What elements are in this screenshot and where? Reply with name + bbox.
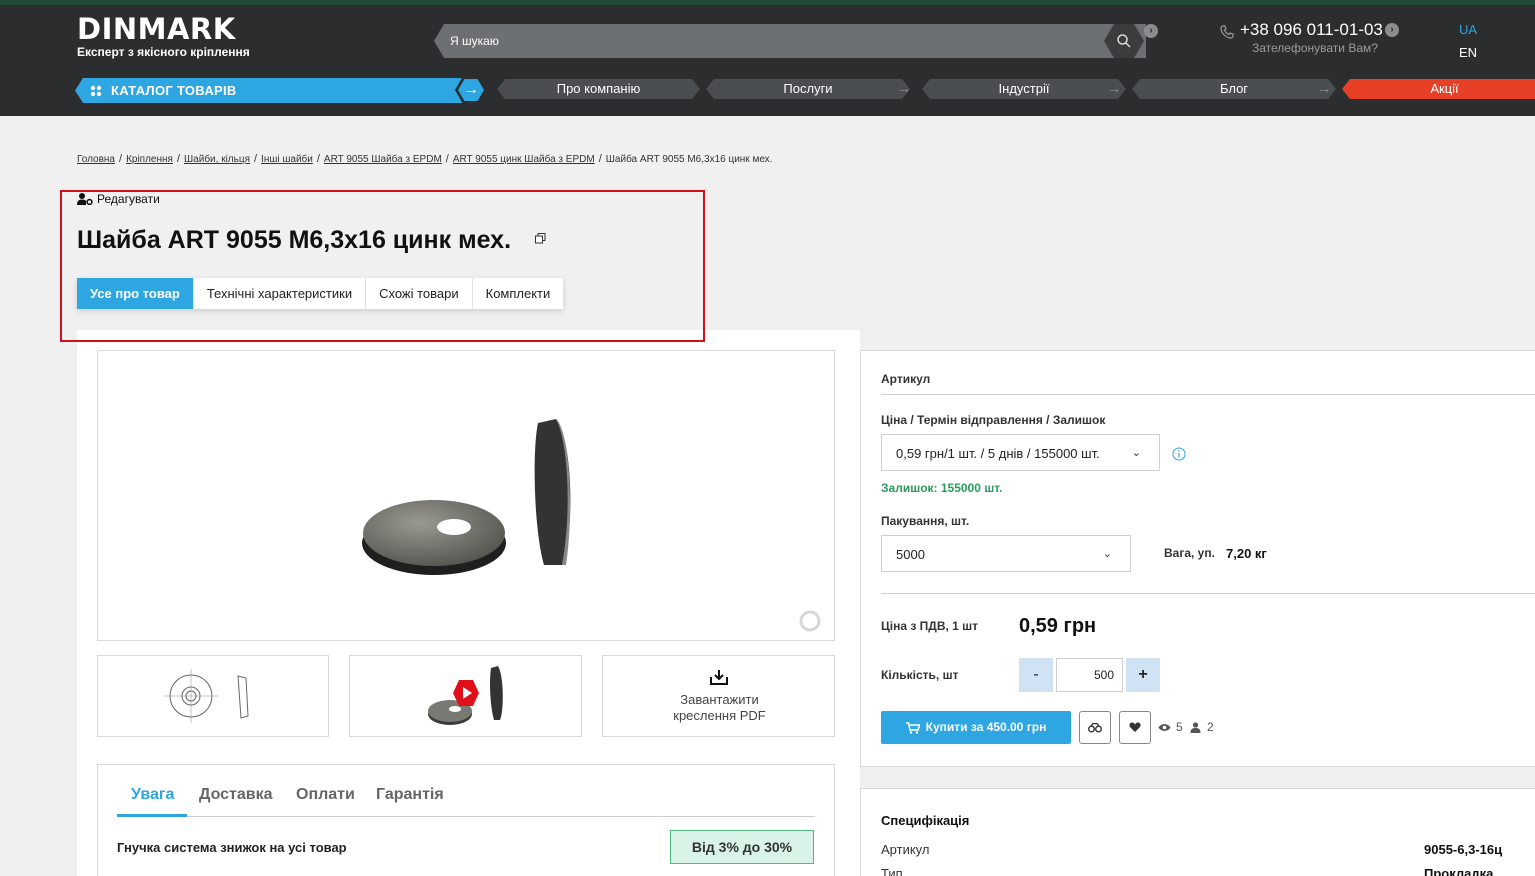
download-label-line2: креслення PDF: [673, 708, 766, 723]
breadcrumb: Головна / Кріплення / Шайби, кільця / Інші шай…: [77, 153, 773, 165]
price-value: 0,59 грн: [1019, 615, 1097, 637]
phone-arrow-icon: ›: [1385, 23, 1399, 37]
nav-services-arrow-icon: →: [896, 80, 912, 97]
eye-icon: [1158, 724, 1171, 731]
breadcrumb-link[interactable]: ART 9055 Шайба з EPDM: [324, 154, 442, 165]
views-count: 5: [1176, 720, 1183, 734]
price-label: Ціна з ПДВ, 1 шт: [881, 619, 979, 633]
phone-number[interactable]: +38 096 011-01-03: [1240, 20, 1383, 40]
discount-badge: Від 3% до 30%: [670, 830, 814, 864]
logo-tagline: Експерт з якісного кріплення: [77, 45, 250, 59]
spec-row-value: Прокладка: [1424, 866, 1494, 876]
callback-link[interactable]: Зателефонувати Вам?: [1252, 41, 1378, 55]
product-image[interactable]: [97, 350, 835, 641]
cart-icon: [905, 722, 921, 734]
packing-select[interactable]: 5000 ⌄: [881, 535, 1131, 572]
search-arrow-icon: ›: [1144, 24, 1158, 38]
breadcrumb-link[interactable]: Інші шайби: [261, 154, 313, 165]
breadcrumb-current: Шайба ART 9055 М6,3х16 цинк мех.: [605, 154, 773, 165]
divider: [881, 593, 1535, 594]
packing-value: 5000: [896, 547, 925, 562]
grid-icon: [90, 85, 102, 97]
price-term-select[interactable]: 0,59 грн/1 шт. / 5 днів / 155000 шт. ⌄: [881, 434, 1160, 471]
tabs-divider: [117, 816, 815, 817]
price-term-value: 0,59 грн/1 шт. / 5 днів / 155000 шт.: [896, 446, 1100, 461]
search-icon: [1117, 34, 1131, 48]
breadcrumb-link[interactable]: Кріплення: [126, 154, 173, 165]
active-tab-indicator: [117, 814, 187, 817]
logo-text: DINMARK: [77, 12, 236, 46]
logo[interactable]: DINMARK Експерт з якісного кріплення: [77, 14, 250, 59]
buy-label: Купити за 450.00 грн: [925, 720, 1047, 734]
info-icon[interactable]: [1172, 447, 1186, 461]
catalog-label: КАТАЛОГ ТОВАРІВ: [111, 83, 237, 98]
tab-payments[interactable]: Оплати: [296, 786, 355, 804]
arrow-right-icon: →: [458, 79, 484, 101]
specification-panel: [860, 788, 1535, 876]
tab-warranty[interactable]: Гарантія: [376, 786, 444, 804]
highlight-box: [60, 190, 705, 342]
nav-about[interactable]: Про компанію: [497, 79, 700, 99]
search-bar: [434, 24, 1146, 58]
breadcrumb-link[interactable]: Головна: [77, 154, 115, 165]
packing-label: Пакування, шт.: [881, 514, 970, 528]
spec-row-value: 9055-6,3-16ц: [1424, 842, 1503, 857]
catalog-button[interactable]: КАТАЛОГ ТОВАРІВ: [75, 78, 463, 103]
nav-blog[interactable]: Блог: [1132, 79, 1336, 99]
thumbnail-drawing[interactable]: [97, 655, 329, 737]
qty-input[interactable]: 500: [1056, 658, 1123, 692]
tab-attention[interactable]: Увага: [131, 786, 174, 804]
weight-value: 7,20 кг: [1226, 546, 1267, 561]
lang-en[interactable]: EN: [1459, 45, 1477, 60]
nav-blog-arrow-icon: →: [1316, 80, 1332, 97]
download-pdf-button[interactable]: Завантажити креслення PDF: [602, 655, 835, 737]
divider: [881, 394, 1535, 395]
lang-ua[interactable]: UA: [1459, 22, 1477, 37]
weight-label: Вага, уп.: [1164, 546, 1215, 560]
nav-services[interactable]: Послуги: [706, 79, 910, 99]
tab-delivery[interactable]: Доставка: [199, 786, 273, 804]
download-icon: [710, 670, 728, 685]
drawing-thumbnail-image: [164, 669, 249, 723]
article-label: Артикул: [881, 372, 931, 386]
nav-industries[interactable]: Індустрії: [922, 79, 1126, 99]
play-icon[interactable]: [452, 679, 480, 707]
washer-image: [362, 419, 821, 632]
spec-title: Специфікація: [881, 813, 970, 828]
users-count: 2: [1207, 720, 1214, 734]
phone-icon: [1220, 25, 1234, 39]
chevron-down-icon: ⌄: [1131, 447, 1141, 459]
qty-decrease-button[interactable]: -: [1019, 658, 1053, 692]
breadcrumb-link[interactable]: Шайби, кільця: [184, 154, 250, 165]
search-input[interactable]: [450, 24, 1090, 58]
compare-button[interactable]: [1079, 711, 1111, 744]
nav-promo[interactable]: Акції: [1342, 79, 1535, 99]
spec-row-label: Тип: [881, 866, 903, 876]
nav-industries-arrow-icon: →: [1106, 80, 1122, 97]
qty-increase-button[interactable]: +: [1126, 658, 1160, 692]
download-label-line1: Завантажити: [680, 692, 759, 707]
chevron-down-icon: ⌄: [1102, 548, 1112, 560]
discount-text: Гнучка система знижок на усі товар: [117, 840, 347, 855]
stock-status: Залишок: 155000 шт.: [881, 481, 1003, 495]
buy-button[interactable]: Купити за 450.00 грн: [881, 711, 1071, 744]
breadcrumb-link[interactable]: ART 9055 цинк Шайба з EPDM: [453, 154, 595, 165]
spec-row-label: Артикул: [881, 842, 930, 857]
qty-label: Кількість, шт: [881, 668, 959, 682]
binoculars-icon: [1088, 722, 1102, 732]
user-icon: [1190, 722, 1201, 733]
favorite-button[interactable]: [1119, 711, 1151, 744]
heart-icon: [1129, 722, 1141, 732]
price-term-label: Ціна / Термін відправлення / Залишок: [881, 413, 1106, 427]
